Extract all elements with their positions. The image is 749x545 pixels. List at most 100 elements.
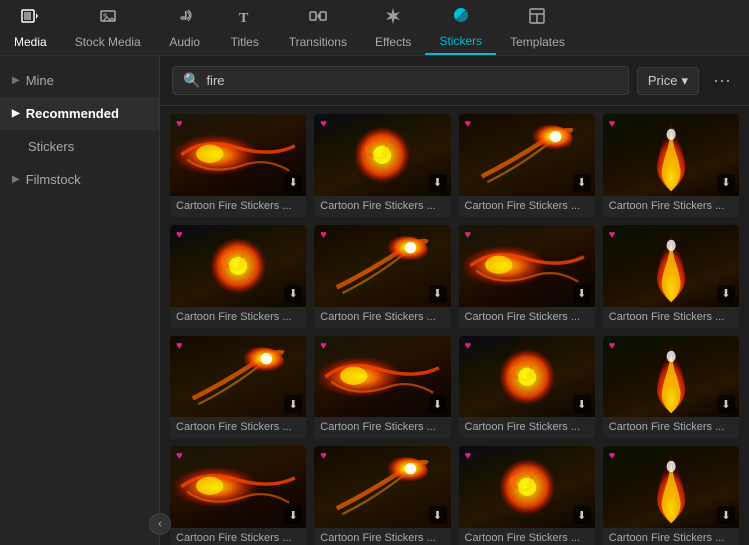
grid-item[interactable]: ♥ ⬇ Cartoon Fire Stickers ... — [459, 225, 595, 328]
grid-item[interactable]: ♥ ⬇ Cartoon Fire Stickers ... — [314, 114, 450, 217]
titles-icon: T — [235, 6, 255, 31]
grid-item[interactable]: ♥ ⬇ Cartoon Fire Stickers ... — [459, 446, 595, 545]
nav-templates[interactable]: Templates — [496, 0, 579, 55]
nav-effects[interactable]: Effects — [361, 0, 425, 55]
thumbnail-wrap: ♥ ⬇ — [314, 225, 450, 307]
favorite-icon: ♥ — [176, 118, 183, 130]
favorite-icon: ♥ — [320, 229, 327, 241]
favorite-icon: ♥ — [176, 340, 183, 352]
item-label: Cartoon Fire Stickers ... — [170, 417, 306, 438]
download-icon[interactable]: ⬇ — [717, 506, 735, 524]
nav-media-label: Media — [14, 35, 47, 49]
item-label: Cartoon Fire Stickers ... — [603, 307, 739, 328]
grid-item[interactable]: ♥ ⬇ Cartoon Fire Stickers ... — [459, 114, 595, 217]
favorite-icon: ♥ — [176, 229, 183, 241]
item-label: Cartoon Fire Stickers ... — [170, 528, 306, 545]
nav-transitions[interactable]: Transitions — [275, 0, 361, 55]
thumbnail-inner: ♥ ⬇ — [314, 114, 450, 196]
more-options-button[interactable]: ··· — [707, 66, 737, 95]
thumbnail-inner: ♥ ⬇ — [603, 225, 739, 307]
item-label: Cartoon Fire Stickers ... — [459, 417, 595, 438]
nav-audio-label: Audio — [169, 35, 200, 49]
nav-stickers[interactable]: Stickers — [425, 0, 496, 55]
price-filter-label: Price — [648, 73, 678, 88]
download-icon[interactable]: ⬇ — [573, 174, 591, 192]
download-icon[interactable]: ⬇ — [429, 174, 447, 192]
grid-item[interactable]: ♥ ⬇ Cartoon Fire Stickers ... — [314, 336, 450, 439]
templates-icon — [527, 6, 547, 31]
download-icon[interactable]: ⬇ — [717, 285, 735, 303]
thumbnail-inner: ♥ ⬇ — [314, 446, 450, 528]
price-filter-button[interactable]: Price ▾ — [637, 67, 699, 95]
nav-transitions-label: Transitions — [289, 35, 347, 49]
sidebar-collapse-button[interactable]: ‹ — [149, 513, 171, 535]
thumbnail-inner: ♥ ⬇ — [459, 336, 595, 418]
thumbnail-inner: ♥ ⬇ — [603, 114, 739, 196]
thumbnail-inner: ♥ ⬇ — [170, 225, 306, 307]
favorite-icon: ♥ — [609, 229, 616, 241]
chevron-right-icon: ▶ — [12, 75, 20, 86]
download-icon[interactable]: ⬇ — [573, 506, 591, 524]
stickers-icon — [451, 5, 471, 30]
thumbnail-wrap: ♥ ⬇ — [459, 336, 595, 418]
sticker-grid: ♥ ⬇ Cartoon Fire Stickers ... ♥ — [170, 114, 739, 545]
thumbnail-wrap: ♥ ⬇ — [603, 446, 739, 528]
favorite-icon: ♥ — [465, 229, 472, 241]
thumbnail-wrap: ♥ ⬇ — [603, 114, 739, 196]
favorite-icon: ♥ — [320, 450, 327, 462]
download-icon[interactable]: ⬇ — [717, 395, 735, 413]
thumbnail-inner: ♥ ⬇ — [314, 225, 450, 307]
item-label: Cartoon Fire Stickers ... — [603, 528, 739, 545]
nav-titles-label: Titles — [231, 35, 259, 49]
grid-item[interactable]: ♥ ⬇ Cartoon Fire Stickers ... — [314, 225, 450, 328]
sidebar-item-mine[interactable]: ▶ Mine — [0, 64, 159, 97]
download-icon[interactable]: ⬇ — [429, 395, 447, 413]
download-icon[interactable]: ⬇ — [573, 285, 591, 303]
search-input[interactable] — [206, 73, 617, 88]
grid-item[interactable]: ♥ ⬇ Cartoon Fire Stickers ... — [459, 336, 595, 439]
item-label: Cartoon Fire Stickers ... — [459, 307, 595, 328]
grid-item[interactable]: ♥ ⬇ Cartoon Fire Stickers ... — [170, 225, 306, 328]
thumbnail-inner: ♥ ⬇ — [459, 114, 595, 196]
nav-audio[interactable]: Audio — [155, 0, 215, 55]
download-icon[interactable]: ⬇ — [284, 506, 302, 524]
more-icon: ··· — [713, 70, 731, 90]
download-icon[interactable]: ⬇ — [717, 174, 735, 192]
sidebar-item-filmstock[interactable]: ▶ Filmstock — [0, 163, 159, 196]
grid-item[interactable]: ♥ ⬇ Cartoon Fire Stickers ... — [603, 446, 739, 545]
download-icon[interactable]: ⬇ — [284, 395, 302, 413]
thumbnail-wrap: ♥ ⬇ — [170, 114, 306, 196]
sidebar: ▶ Mine ▶ Recommended Stickers ▶ Filmstoc… — [0, 56, 160, 545]
favorite-icon: ♥ — [609, 450, 616, 462]
sidebar-item-stickers[interactable]: Stickers — [0, 130, 159, 163]
chevron-down-icon: ▾ — [681, 73, 688, 89]
thumbnail-wrap: ♥ ⬇ — [314, 446, 450, 528]
thumbnail-inner: ♥ ⬇ — [603, 446, 739, 528]
grid-item[interactable]: ♥ ⬇ Cartoon Fire Stickers ... — [603, 336, 739, 439]
grid-item[interactable]: ♥ ⬇ Cartoon Fire Stickers ... — [603, 225, 739, 328]
grid-item[interactable]: ♥ ⬇ Cartoon Fire Stickers ... — [170, 114, 306, 217]
download-icon[interactable]: ⬇ — [429, 285, 447, 303]
nav-titles[interactable]: T Titles — [215, 0, 275, 55]
download-icon[interactable]: ⬇ — [284, 174, 302, 192]
grid-item[interactable]: ♥ ⬇ Cartoon Fire Stickers ... — [170, 336, 306, 439]
grid-item[interactable]: ♥ ⬇ Cartoon Fire Stickers ... — [314, 446, 450, 545]
nav-stock-media[interactable]: Stock Media — [61, 0, 155, 55]
thumbnail-inner: ♥ ⬇ — [170, 336, 306, 418]
main-layout: ▶ Mine ▶ Recommended Stickers ▶ Filmstoc… — [0, 56, 749, 545]
grid-item[interactable]: ♥ ⬇ Cartoon Fire Stickers ... — [170, 446, 306, 545]
favorite-icon: ♥ — [609, 340, 616, 352]
chevron-down-icon: ▶ — [12, 108, 20, 119]
sidebar-mine-label: Mine — [26, 73, 54, 88]
favorite-icon: ♥ — [609, 118, 616, 130]
download-icon[interactable]: ⬇ — [429, 506, 447, 524]
favorite-icon: ♥ — [320, 118, 327, 130]
search-input-wrap[interactable]: 🔍 — [172, 66, 629, 95]
download-icon[interactable]: ⬇ — [284, 285, 302, 303]
grid-item[interactable]: ♥ ⬇ Cartoon Fire Stickers ... — [603, 114, 739, 217]
sidebar-item-recommended[interactable]: ▶ Recommended — [0, 97, 159, 130]
thumbnail-wrap: ♥ ⬇ — [170, 446, 306, 528]
thumbnail-inner: ♥ ⬇ — [459, 225, 595, 307]
download-icon[interactable]: ⬇ — [573, 395, 591, 413]
nav-media[interactable]: Media — [0, 0, 61, 55]
